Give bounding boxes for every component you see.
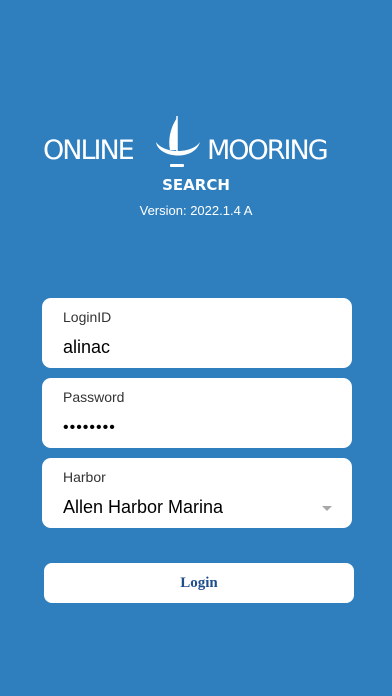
harbor-selected-value[interactable]: Allen Harbor Marina (63, 497, 223, 518)
login-id-input[interactable]: alinac (63, 337, 110, 358)
sailboat-icon (156, 116, 200, 167)
logo-word-online: ONLINE (43, 135, 135, 166)
harbor-label: Harbor (63, 469, 106, 485)
logo-word-mooring: MOORING (207, 135, 329, 166)
chevron-down-icon[interactable] (322, 506, 332, 511)
password-input[interactable]: •••••••• (63, 419, 116, 437)
harbor-select[interactable]: Harbor Allen Harbor Marina (42, 458, 352, 528)
login-id-label: LoginID (63, 309, 112, 325)
login-button[interactable]: Login (44, 563, 354, 603)
version-text: Version: 2022.1.4 A (139, 203, 253, 218)
app-logo: ONLINE MOORING (0, 112, 392, 172)
app-subtitle: SEARCH (162, 176, 230, 194)
password-field[interactable]: Password •••••••• (42, 378, 352, 448)
login-id-field[interactable]: LoginID alinac (42, 298, 352, 368)
password-label: Password (63, 389, 125, 405)
